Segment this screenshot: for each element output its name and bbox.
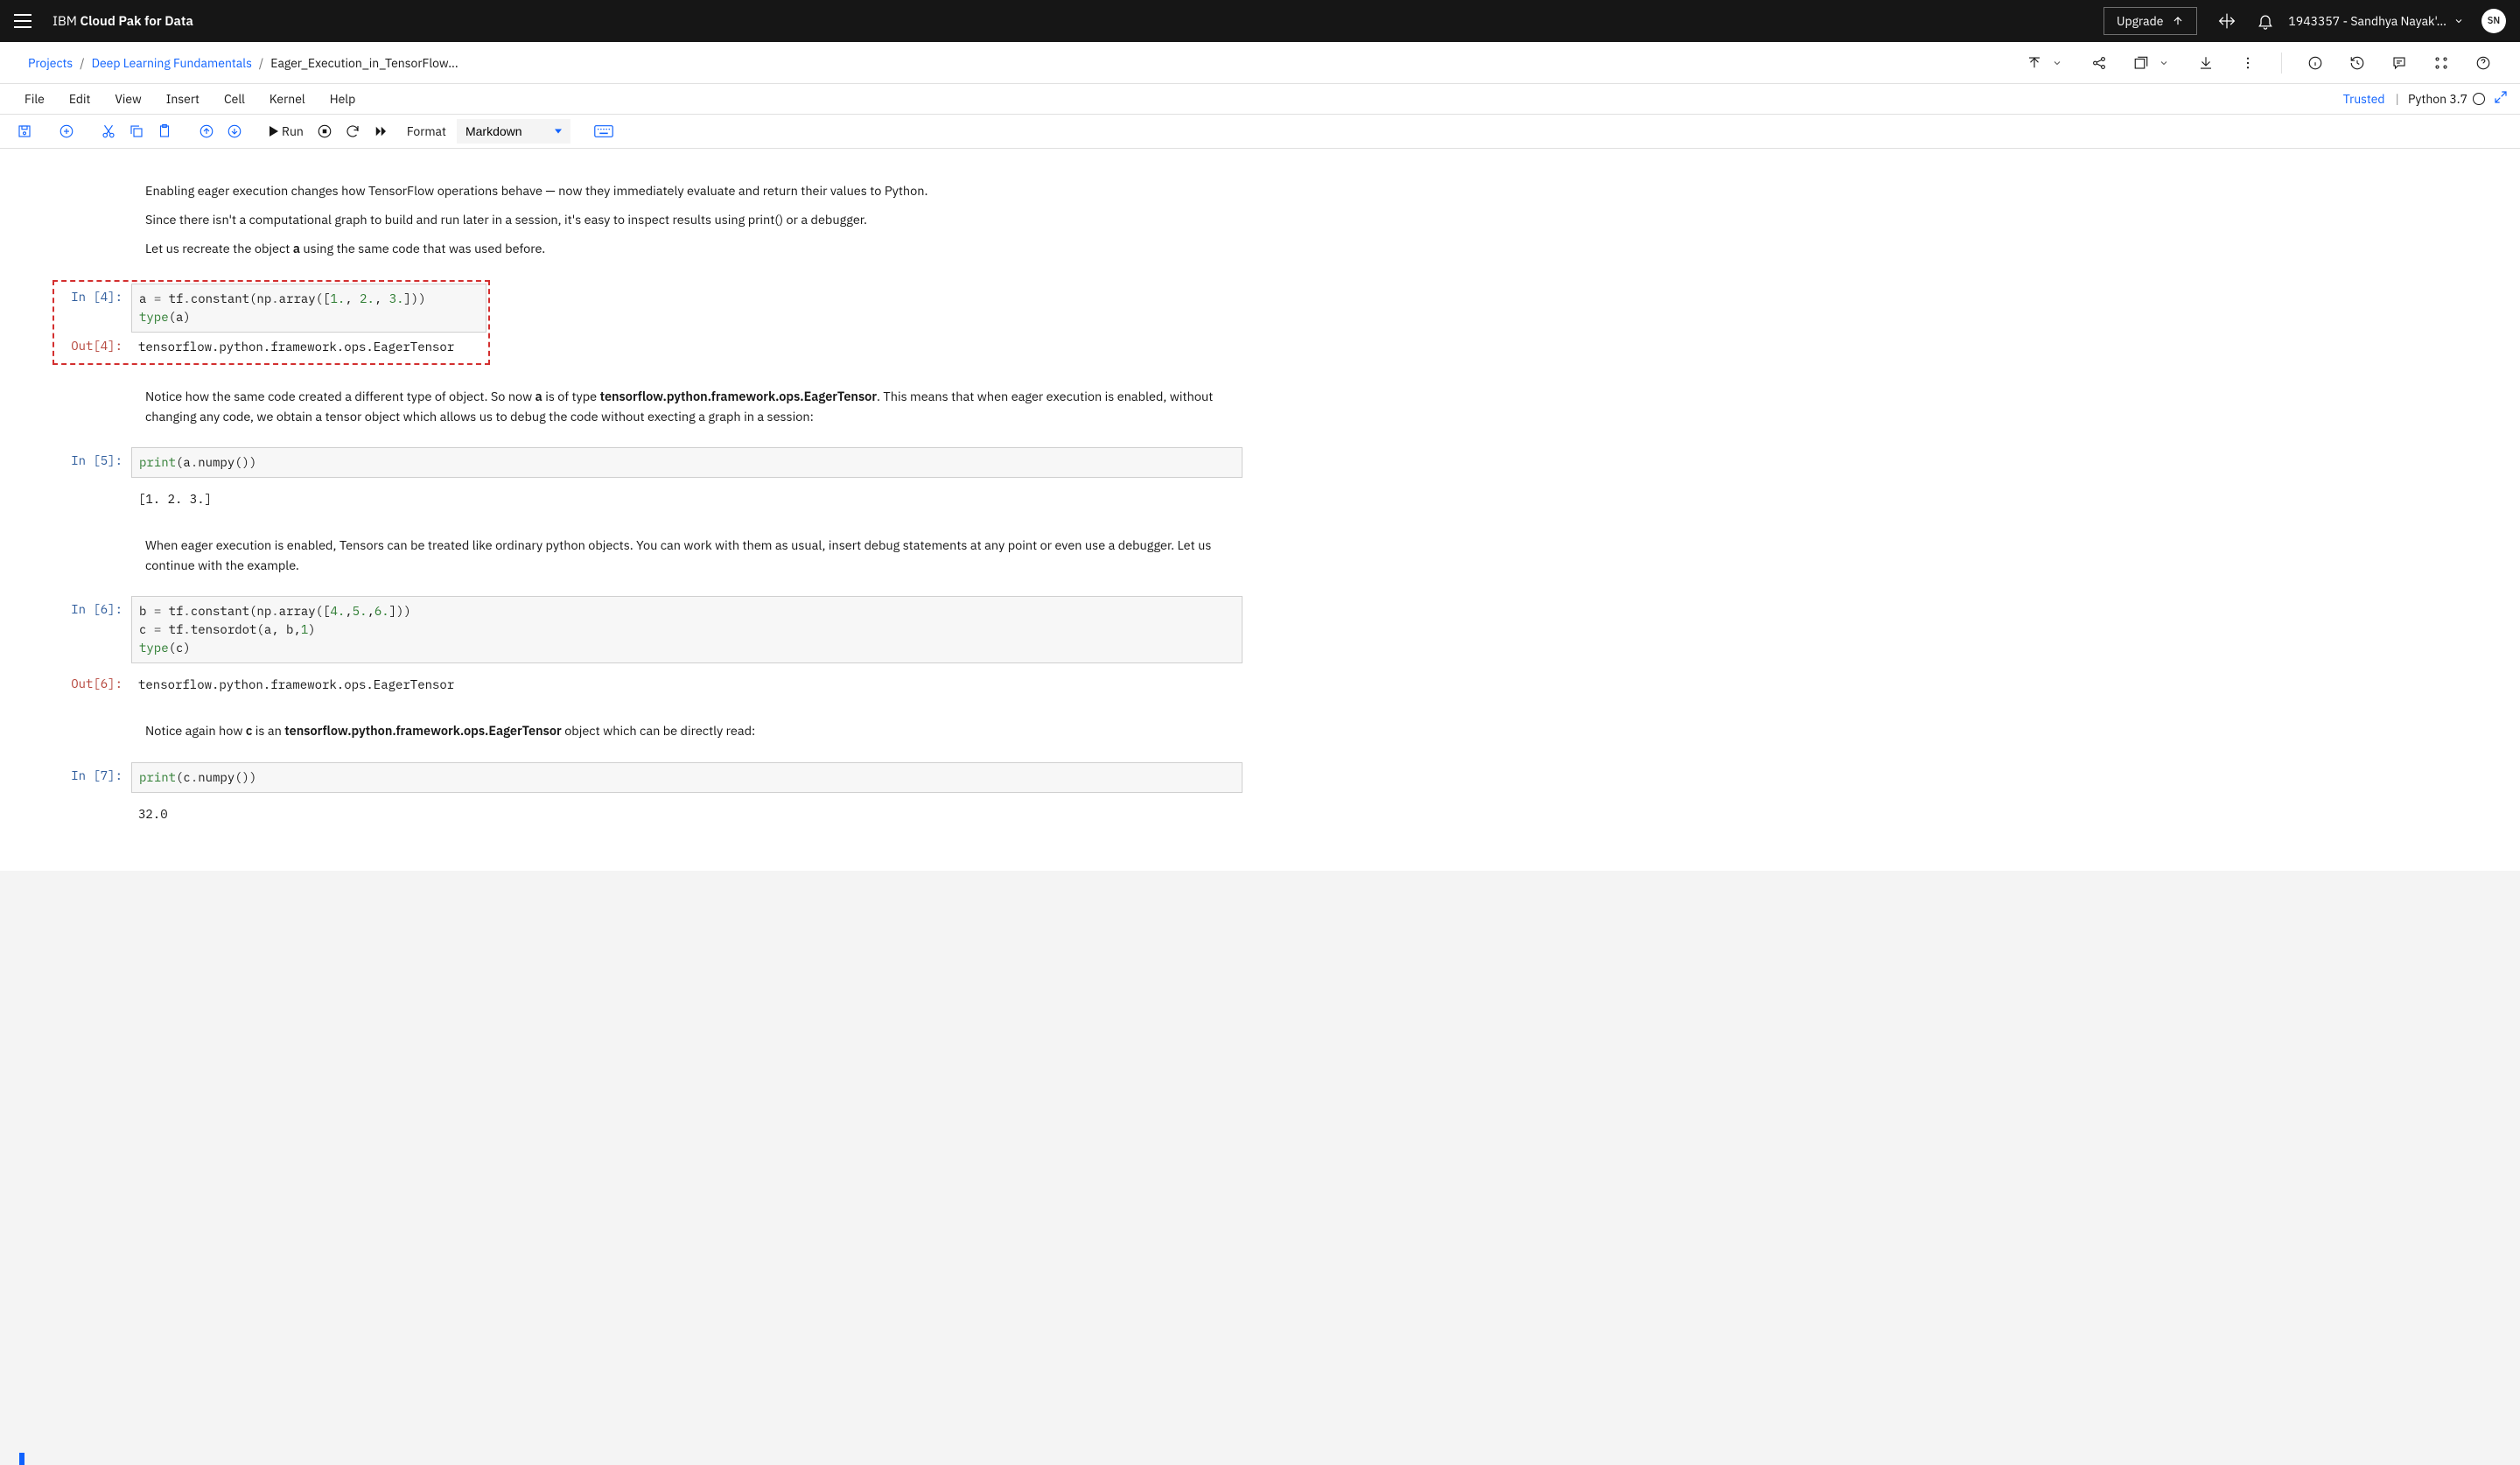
input-prompt: In [6]: <box>18 596 131 663</box>
breadcrumb: Projects / Deep Learning Fundamentals / … <box>28 55 458 71</box>
breadcrumb-notebook: Eager_Execution_in_TensorFlow... <box>270 55 458 71</box>
menu-help[interactable]: Help <box>318 91 368 107</box>
paste-icon[interactable] <box>152 119 177 144</box>
share-icon[interactable] <box>2090 54 2108 72</box>
input-prompt: In [5]: <box>18 447 131 478</box>
info-icon[interactable] <box>2306 54 2324 72</box>
kernel-indicator[interactable]: | Python 3.7 <box>2392 91 2485 107</box>
user-menu[interactable]: 1943357 - Sandhya Nayak'... <box>2288 13 2464 29</box>
code-input[interactable]: print(c.numpy()) <box>131 762 1242 793</box>
interrupt-icon[interactable] <box>312 119 337 144</box>
md-text: Enabling eager execution changes how Ten… <box>145 180 1242 200</box>
upgrade-button[interactable]: Upgrade <box>2104 7 2197 35</box>
output-text: [1. 2. 3.] <box>131 485 1242 514</box>
md-text: Notice again how c is an tensorflow.pyth… <box>145 720 1242 740</box>
chevron-down-icon[interactable] <box>2048 54 2066 72</box>
md-text: Notice how the same code created a diffe… <box>145 386 1242 426</box>
download-icon[interactable] <box>2197 54 2215 72</box>
format-label: Format <box>407 123 446 139</box>
code-input[interactable]: a = tf.constant(np.array([1., 2., 3.])) … <box>131 284 486 333</box>
data-panel-icon[interactable] <box>2432 54 2450 72</box>
output-text: 32.0 <box>131 800 1242 829</box>
upgrade-arrow-icon <box>2172 15 2184 27</box>
markdown-cell[interactable]: Notice how the same code created a diffe… <box>18 372 1242 440</box>
markdown-cell[interactable]: When eager execution is enabled, Tensors… <box>18 521 1242 589</box>
insert-cell-icon[interactable] <box>54 119 79 144</box>
code-input[interactable]: b = tf.constant(np.array([4.,5.,6.])) c … <box>131 596 1242 663</box>
menu-insert[interactable]: Insert <box>154 91 212 107</box>
move-up-icon[interactable] <box>194 119 219 144</box>
chevron-down-icon <box>2454 16 2464 26</box>
avatar[interactable]: SN <box>2482 9 2506 33</box>
notifications-icon[interactable] <box>2257 12 2274 30</box>
md-text: Let us recreate the object a using the s… <box>145 238 1242 258</box>
notebook-toolbar: Run Format Markdown <box>0 114 2520 149</box>
kernel-status-icon <box>2473 93 2485 105</box>
directions-icon[interactable] <box>2218 12 2236 30</box>
history-icon[interactable] <box>2348 54 2366 72</box>
keyboard-icon[interactable] <box>592 119 616 144</box>
topbar: IBM Cloud Pak for Data Upgrade 1943357 -… <box>0 0 2520 42</box>
run-label: Run <box>282 123 304 139</box>
code-input[interactable]: print(a.numpy()) <box>131 447 1242 478</box>
sub-toolbar <box>2026 53 2492 74</box>
menu-edit[interactable]: Edit <box>57 91 103 107</box>
help-icon[interactable] <box>2474 54 2492 72</box>
restart-icon[interactable] <box>340 119 365 144</box>
run-button[interactable]: Run <box>264 123 309 139</box>
markdown-cell[interactable]: Enabling eager execution changes how Ten… <box>18 166 1242 273</box>
chevron-down-icon[interactable] <box>2155 54 2173 72</box>
jobs-icon[interactable] <box>2132 54 2150 72</box>
code-cell[interactable]: In [5]: print(a.numpy()) <box>18 447 1242 478</box>
copy-icon[interactable] <box>124 119 149 144</box>
menu-view[interactable]: View <box>102 91 153 107</box>
notebook-menubar: File Edit View Insert Cell Kernel Help T… <box>0 84 2520 114</box>
menu-kernel[interactable]: Kernel <box>257 91 318 107</box>
breadcrumb-projects[interactable]: Projects <box>28 55 73 71</box>
menu-cell[interactable]: Cell <box>212 91 257 107</box>
output-text: tensorflow.python.framework.ops.EagerTen… <box>131 333 486 361</box>
notebook: File Edit View Insert Cell Kernel Help T… <box>0 84 2520 871</box>
scroll-indicator <box>19 1453 24 1465</box>
overflow-menu-icon[interactable] <box>2239 54 2257 72</box>
output-row: 32.0 <box>18 800 1242 829</box>
output-prompt: Out[6]: <box>18 670 131 699</box>
output-prompt: Out[4]: <box>56 333 131 361</box>
play-icon <box>270 126 278 137</box>
move-down-icon[interactable] <box>222 119 247 144</box>
cut-icon[interactable] <box>96 119 121 144</box>
restart-run-all-icon[interactable] <box>368 119 393 144</box>
menu-file[interactable]: File <box>12 91 57 107</box>
output-row: Out[6]: tensorflow.python.framework.ops.… <box>18 670 1242 699</box>
publish-icon[interactable] <box>2026 54 2043 72</box>
brand-title: IBM Cloud Pak for Data <box>52 13 193 30</box>
breadcrumb-project[interactable]: Deep Learning Fundamentals <box>92 55 252 71</box>
md-text: Since there isn't a computational graph … <box>145 209 1242 229</box>
save-icon[interactable] <box>12 119 37 144</box>
kernel-name: Python 3.7 <box>2408 91 2468 107</box>
comments-icon[interactable] <box>2390 54 2408 72</box>
subbar: Projects / Deep Learning Fundamentals / … <box>0 42 2520 84</box>
hamburger-menu-icon[interactable] <box>14 14 32 28</box>
code-cell[interactable]: In [6]: b = tf.constant(np.array([4.,5.,… <box>18 596 1242 663</box>
output-row: [1. 2. 3.] <box>18 485 1242 514</box>
output-prompt <box>18 485 131 514</box>
output-prompt <box>18 800 131 829</box>
notebook-content: Enabling eager execution changes how Ten… <box>0 149 1260 871</box>
output-row: Out[4]: tensorflow.python.framework.ops.… <box>56 333 486 361</box>
format-select[interactable]: Markdown <box>457 119 570 144</box>
trusted-label: Trusted <box>2343 91 2385 107</box>
input-prompt: In [7]: <box>18 762 131 793</box>
upgrade-label: Upgrade <box>2117 13 2163 29</box>
highlight-annotation: In [4]: a = tf.constant(np.array([1., 2.… <box>52 280 490 365</box>
input-prompt: In [4]: <box>56 284 131 333</box>
output-text: tensorflow.python.framework.ops.EagerTen… <box>131 670 1242 699</box>
user-label: 1943357 - Sandhya Nayak'... <box>2288 13 2446 29</box>
markdown-cell[interactable]: Notice again how c is an tensorflow.pyth… <box>18 706 1242 754</box>
code-cell[interactable]: In [7]: print(c.numpy()) <box>18 762 1242 793</box>
md-text: When eager execution is enabled, Tensors… <box>145 535 1242 575</box>
code-cell[interactable]: In [4]: a = tf.constant(np.array([1., 2.… <box>56 284 486 333</box>
expand-icon[interactable] <box>2494 90 2508 108</box>
